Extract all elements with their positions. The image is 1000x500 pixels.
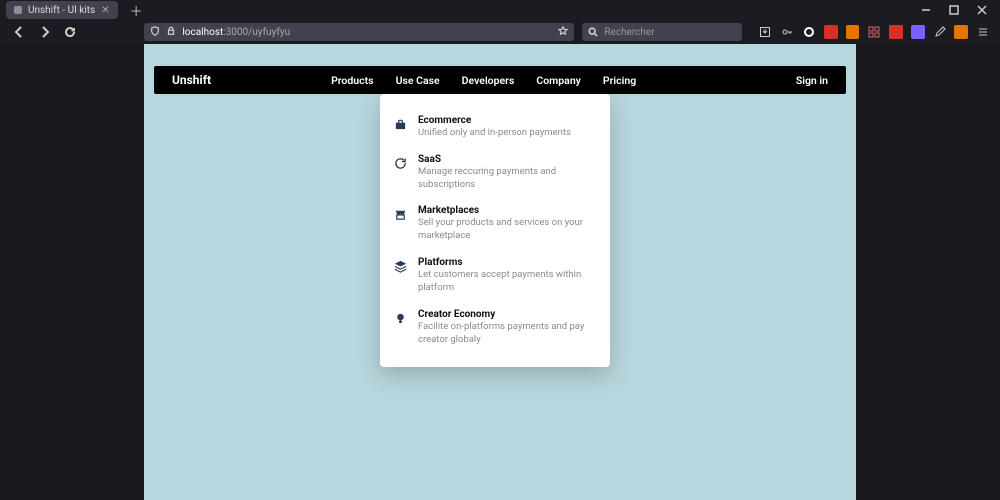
dropdown-desc: Sell your products and services on your … [418,217,596,243]
signin-link[interactable]: Sign in [796,74,828,87]
extension-pencil-icon[interactable] [933,25,947,39]
nav-use-case[interactable]: Use Case [396,74,440,87]
nav-links: Products Use Case Developers Company Pri… [331,74,636,87]
url-bar[interactable]: localhost:3000/uyfuyfyu [144,23,574,41]
favicon [14,6,22,14]
extension-key-icon[interactable] [780,25,794,39]
dropdown-item-creator-economy[interactable]: Creator Economy Facilite on-platforms pa… [394,302,596,354]
bookmark-star-icon[interactable] [558,26,568,39]
dropdown-desc: Unified only and in-person payments [418,127,596,140]
dropdown-title: Creator Economy [418,309,596,320]
browser-titlebar: Unshift - UI kits ✕ ＋ [0,0,1000,20]
browser-viewport: Unshift Products Use Case Developers Com… [0,44,1000,500]
back-button[interactable] [10,23,28,41]
extension-purple-icon[interactable] [911,25,925,39]
extension-grid-icon[interactable] [867,25,881,39]
search-bar[interactable]: Rechercher [582,23,742,41]
extension-red-icon[interactable] [824,25,838,39]
nav-developers[interactable]: Developers [462,74,515,87]
nav-products[interactable]: Products [331,74,374,87]
maximize-button[interactable] [948,4,960,16]
dropdown-desc: Let customers accept payments within pla… [418,269,596,295]
browser-menu-button[interactable] [976,25,990,39]
browser-tab-active[interactable]: Unshift - UI kits ✕ [6,1,118,19]
browser-tabs: Unshift - UI kits ✕ ＋ [0,1,149,20]
minimize-button[interactable] [920,4,932,16]
extension-red2-icon[interactable] [889,25,903,39]
close-icon[interactable]: ✕ [101,5,109,16]
dropdown-title: Marketplaces [418,205,596,216]
search-icon [588,27,598,37]
tab-title: Unshift - UI kits [28,5,95,16]
dropdown-item-saas[interactable]: SaaS Manage reccuring payments and subsc… [394,147,596,199]
dropdown-desc: Facilite on-platforms payments and pay c… [418,321,596,347]
layers-icon [394,257,408,295]
site-navbar: Unshift Products Use Case Developers Com… [154,66,846,94]
search-placeholder: Rechercher [604,27,654,38]
refresh-icon [394,154,408,192]
dropdown-title: SaaS [418,154,596,165]
store-icon [394,205,408,243]
dropdown-item-ecommerce[interactable]: Ecommerce Unified only and in-person pay… [394,108,596,147]
nav-company[interactable]: Company [536,74,581,87]
lightbulb-icon [394,309,408,347]
lock-icon [166,26,176,39]
browser-toolbar: localhost:3000/uyfuyfyu Rechercher [0,20,1000,44]
nav-pricing[interactable]: Pricing [603,74,636,87]
extension-circle-icon[interactable] [802,25,816,39]
page-body: Unshift Products Use Case Developers Com… [144,44,856,500]
dropdown-title: Platforms [418,257,596,268]
brand-logo[interactable]: Unshift [172,73,211,87]
new-tab-button[interactable]: ＋ [124,1,149,20]
forward-button[interactable] [36,23,54,41]
window-controls [920,4,1000,16]
shield-icon [150,26,160,39]
extension-orange-icon[interactable] [846,25,860,39]
reload-button[interactable] [61,23,79,41]
dropdown-item-marketplaces[interactable]: Marketplaces Sell your products and serv… [394,198,596,250]
briefcase-icon [394,115,408,140]
close-window-button[interactable] [976,4,988,16]
dropdown-desc: Manage reccuring payments and subscripti… [418,166,596,192]
dropdown-item-platforms[interactable]: Platforms Let customers accept payments … [394,250,596,302]
dropdown-title: Ecommerce [418,115,596,126]
use-case-dropdown: Ecommerce Unified only and in-person pay… [380,94,610,367]
extension-orange2-icon[interactable] [954,25,968,39]
url-text: localhost:3000/uyfuyfyu [182,27,552,38]
extension-save-icon[interactable] [758,25,772,39]
